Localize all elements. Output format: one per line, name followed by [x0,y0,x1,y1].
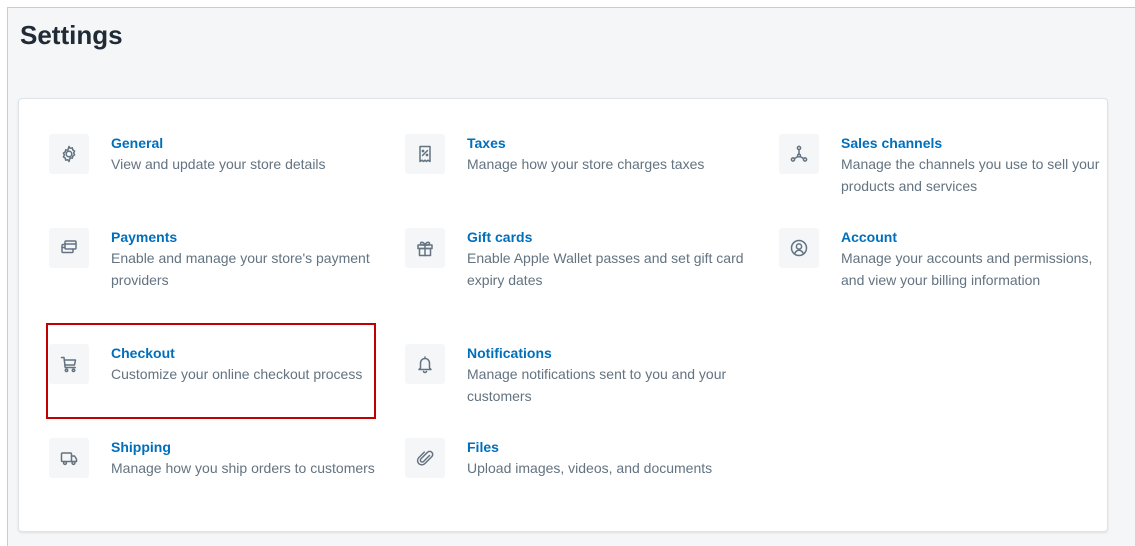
settings-item-gift-cards[interactable]: Gift cards Enable Apple Wallet passes an… [405,227,745,291]
settings-item-notifications[interactable]: Notifications Manage notifications sent … [405,343,745,407]
page-title: Settings [20,20,123,50]
gift-cards-link[interactable]: Gift cards [467,227,745,247]
files-description: Upload images, videos, and documents [467,460,713,476]
settings-item-files[interactable]: Files Upload images, videos, and documen… [405,437,745,479]
receipt-icon [405,134,445,174]
general-description: View and update your store details [111,156,326,172]
truck-icon [49,438,89,478]
settings-item-checkout[interactable]: Checkout Customize your online checkout … [49,343,389,385]
settings-item-account[interactable]: Account Manage your accounts and permiss… [779,227,1119,291]
settings-item-general[interactable]: General View and update your store detai… [49,133,389,175]
account-link[interactable]: Account [841,227,1119,247]
cart-icon [49,344,89,384]
settings-page: Settings General View and update your st… [7,7,1135,546]
payment-icon [49,228,89,268]
gift-cards-description: Enable Apple Wallet passes and set gift … [467,250,744,288]
settings-item-taxes[interactable]: Taxes Manage how your store charges taxe… [405,133,745,175]
gift-icon [405,228,445,268]
settings-item-shipping[interactable]: Shipping Manage how you ship orders to c… [49,437,389,479]
settings-item-sales-channels[interactable]: Sales channels Manage the channels you u… [779,133,1119,197]
notifications-description: Manage notifications sent to you and you… [467,366,727,404]
gear-icon [49,134,89,174]
checkout-link[interactable]: Checkout [111,343,389,363]
taxes-link[interactable]: Taxes [467,133,745,153]
sales-channels-link[interactable]: Sales channels [841,133,1119,153]
shipping-description: Manage how you ship orders to customers [111,460,375,476]
files-link[interactable]: Files [467,437,745,457]
bell-icon [405,344,445,384]
account-icon [779,228,819,268]
notifications-link[interactable]: Notifications [467,343,745,363]
settings-card: General View and update your store detai… [18,98,1108,532]
taxes-description: Manage how your store charges taxes [467,156,705,172]
checkout-description: Customize your online checkout process [111,366,363,382]
sales-channels-description: Manage the channels you use to sell your… [841,156,1100,194]
settings-item-payments[interactable]: Payments Enable and manage your store's … [49,227,389,291]
shipping-link[interactable]: Shipping [111,437,389,457]
general-link[interactable]: General [111,133,389,153]
account-description: Manage your accounts and permissions, an… [841,250,1093,288]
channels-icon [779,134,819,174]
payments-link[interactable]: Payments [111,227,389,247]
paperclip-icon [405,438,445,478]
payments-description: Enable and manage your store's payment p… [111,250,370,288]
